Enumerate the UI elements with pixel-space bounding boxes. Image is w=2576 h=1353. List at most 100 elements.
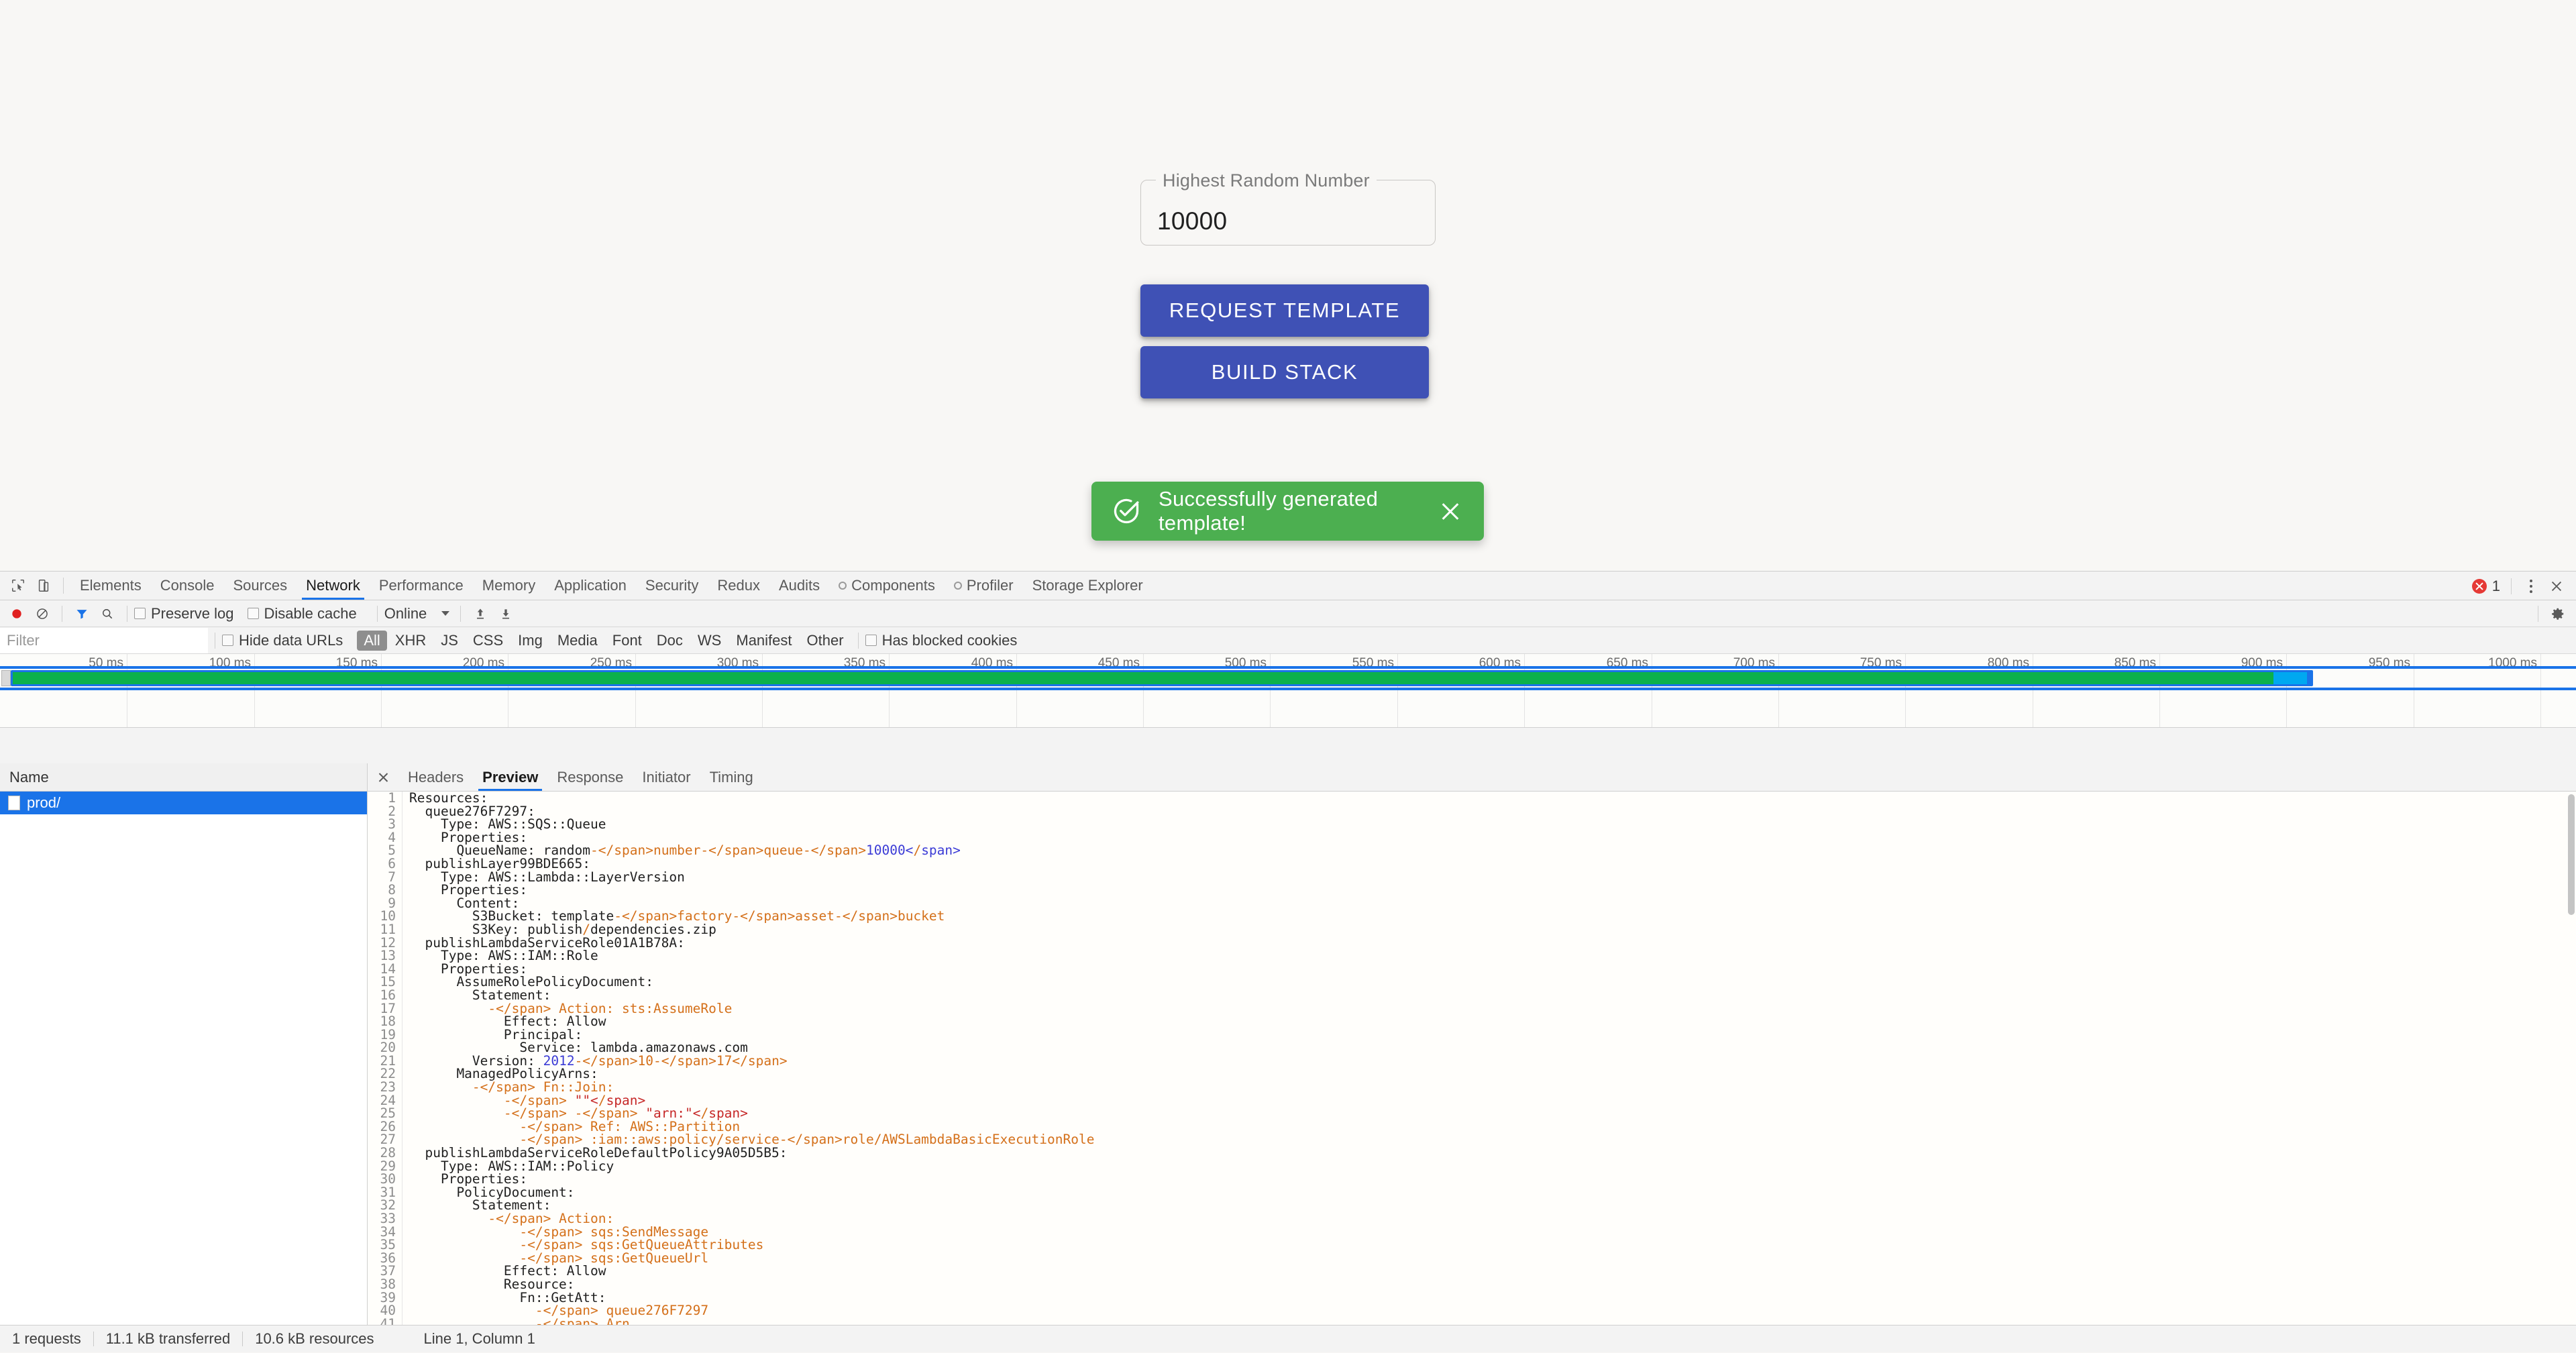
tab-label: Elements (80, 577, 142, 594)
code-line: 21 Version: 2012-</span>10-</span>17</sp… (368, 1054, 2576, 1068)
highest-random-number-field[interactable]: Highest Random Number 10000 (1140, 180, 1436, 246)
code-line: 14 Properties: (368, 963, 2576, 976)
network-overview[interactable]: 50 ms100 ms150 ms200 ms250 ms300 ms350 m… (0, 654, 2576, 728)
line-number: 11 (368, 923, 402, 936)
tab-network[interactable]: Network (297, 572, 370, 600)
filter-divider-2 (858, 633, 859, 649)
filter-type-css[interactable]: CSS (466, 631, 510, 651)
tab-components[interactable]: Components (829, 572, 945, 600)
code-text: S3Bucket: template-</span>factory-</span… (402, 910, 945, 923)
tab-performance[interactable]: Performance (370, 572, 473, 600)
code-line: 12 publishLambdaServiceRole01A1B78A: (368, 936, 2576, 950)
detail-tab-preview[interactable]: Preview (473, 763, 547, 791)
actions-divider (2511, 578, 2512, 594)
filter-icon[interactable] (70, 602, 93, 625)
detail-tab-timing[interactable]: Timing (700, 763, 763, 791)
highest-random-number-input[interactable]: 10000 (1157, 207, 1227, 235)
hide-data-urls-checkbox[interactable]: Hide data URLs (222, 632, 343, 649)
filter-type-xhr[interactable]: XHR (388, 631, 433, 651)
more-options-icon[interactable] (2520, 575, 2542, 598)
filter-type-img[interactable]: Img (511, 631, 549, 651)
preserve-log-label: Preserve log (151, 605, 234, 623)
code-line: 13 Type: AWS::IAM::Role (368, 949, 2576, 963)
throttling-dropdown[interactable]: Online (384, 605, 450, 623)
filter-input[interactable] (0, 628, 208, 653)
code-line: 18 Effect: Allow (368, 1015, 2576, 1028)
tab-audits[interactable]: Audits (769, 572, 829, 600)
tab-console[interactable]: Console (151, 572, 224, 600)
filter-type-js[interactable]: JS (434, 631, 465, 651)
code-line: 15 AssumeRolePolicyDocument: (368, 975, 2576, 989)
tab-redux[interactable]: Redux (708, 572, 769, 600)
tab-label: Profiler (967, 577, 1014, 594)
tab-profiler[interactable]: Profiler (945, 572, 1023, 600)
preserve-log-checkbox[interactable]: Preserve log (134, 605, 234, 623)
device-toolbar-icon[interactable] (32, 574, 55, 597)
preserve-log-checkbox-box (134, 608, 146, 619)
tab-security[interactable]: Security (636, 572, 708, 600)
request-list-header[interactable]: Name (0, 763, 367, 792)
code-text: Effect: Allow (402, 1015, 606, 1028)
tab-storage-explorer[interactable]: Storage Explorer (1023, 572, 1152, 600)
tab-label: Storage Explorer (1032, 577, 1143, 594)
detail-tab-response[interactable]: Response (547, 763, 633, 791)
tabbar-divider (63, 578, 64, 594)
filter-type-doc[interactable]: Doc (650, 631, 690, 651)
build-stack-button[interactable]: BUILD STACK (1140, 346, 1429, 398)
preview-code-viewer[interactable]: 1Resources:2 queue276F7297:3 Type: AWS::… (368, 792, 2576, 1325)
inspect-element-icon[interactable] (7, 574, 30, 597)
clear-button[interactable] (31, 602, 54, 625)
tab-memory[interactable]: Memory (473, 572, 545, 600)
preview-scrollbar[interactable] (2568, 794, 2575, 915)
code-line: 40 -</span> queue276F7297 (368, 1304, 2576, 1317)
disable-cache-checkbox[interactable]: Disable cache (248, 605, 357, 623)
code-line: 36 -</span> sqs:GetQueueUrl (368, 1252, 2576, 1265)
tab-sources[interactable]: Sources (223, 572, 297, 600)
filter-type-manifest[interactable]: Manifest (729, 631, 798, 651)
code-line: 23 -</span> Fn::Join: (368, 1081, 2576, 1094)
export-har-icon[interactable] (494, 602, 517, 625)
has-blocked-cookies-checkbox[interactable]: Has blocked cookies (865, 632, 1018, 649)
request-template-button[interactable]: REQUEST TEMPLATE (1140, 284, 1429, 337)
gear-icon[interactable] (2546, 602, 2569, 625)
toast-close-icon[interactable] (1437, 498, 1464, 525)
tab-label: Redux (717, 577, 760, 594)
line-number: 2 (368, 805, 402, 818)
detail-tab-list: HeadersPreviewResponseInitiatorTiming (398, 763, 763, 791)
code-line: 32 Statement: (368, 1199, 2576, 1212)
record-button[interactable] (5, 602, 28, 625)
code-line: 30 Properties: (368, 1173, 2576, 1186)
code-line: 10 S3Bucket: template-</span>factory-</s… (368, 910, 2576, 923)
filter-type-all[interactable]: All (357, 631, 386, 651)
close-devtools-icon[interactable] (2545, 575, 2568, 598)
overview-window-handle[interactable] (1, 670, 11, 686)
status-requests: 1 requests (0, 1325, 93, 1353)
code-line: 22 ManagedPolicyArns: (368, 1067, 2576, 1081)
filter-type-ws[interactable]: WS (691, 631, 728, 651)
detail-tab-initiator[interactable]: Initiator (633, 763, 700, 791)
code-text: Resource: (402, 1278, 575, 1291)
detail-tab-headers[interactable]: Headers (398, 763, 473, 791)
overview-request-band (0, 670, 2576, 686)
timeline-tick: 300 ms (762, 654, 763, 728)
devtools-tabbar: Elements Console Sources Network Performance… (0, 572, 2576, 600)
search-icon[interactable] (96, 602, 119, 625)
filter-type-media[interactable]: Media (551, 631, 604, 651)
import-har-icon[interactable] (469, 602, 492, 625)
tab-label: Network (306, 577, 360, 594)
tab-label: Audits (779, 577, 820, 594)
tab-elements[interactable]: Elements (70, 572, 151, 600)
tab-label: Sources (233, 577, 287, 594)
code-line: 1Resources: (368, 792, 2576, 805)
code-line: 38 Resource: (368, 1278, 2576, 1291)
filter-type-font[interactable]: Font (606, 631, 649, 651)
code-line: 6 publishLayer99BDE665: (368, 857, 2576, 871)
filter-type-other[interactable]: Other (800, 631, 851, 651)
disable-cache-label: Disable cache (264, 605, 357, 623)
tab-application[interactable]: Application (545, 572, 636, 600)
close-detail-icon[interactable] (372, 766, 394, 789)
table-row[interactable]: prod/ (0, 792, 367, 814)
error-count-badge[interactable]: 1 (2472, 578, 2500, 595)
timeline-tick: 900 ms (2286, 654, 2287, 728)
code-line: 3 Type: AWS::SQS::Queue (368, 818, 2576, 831)
